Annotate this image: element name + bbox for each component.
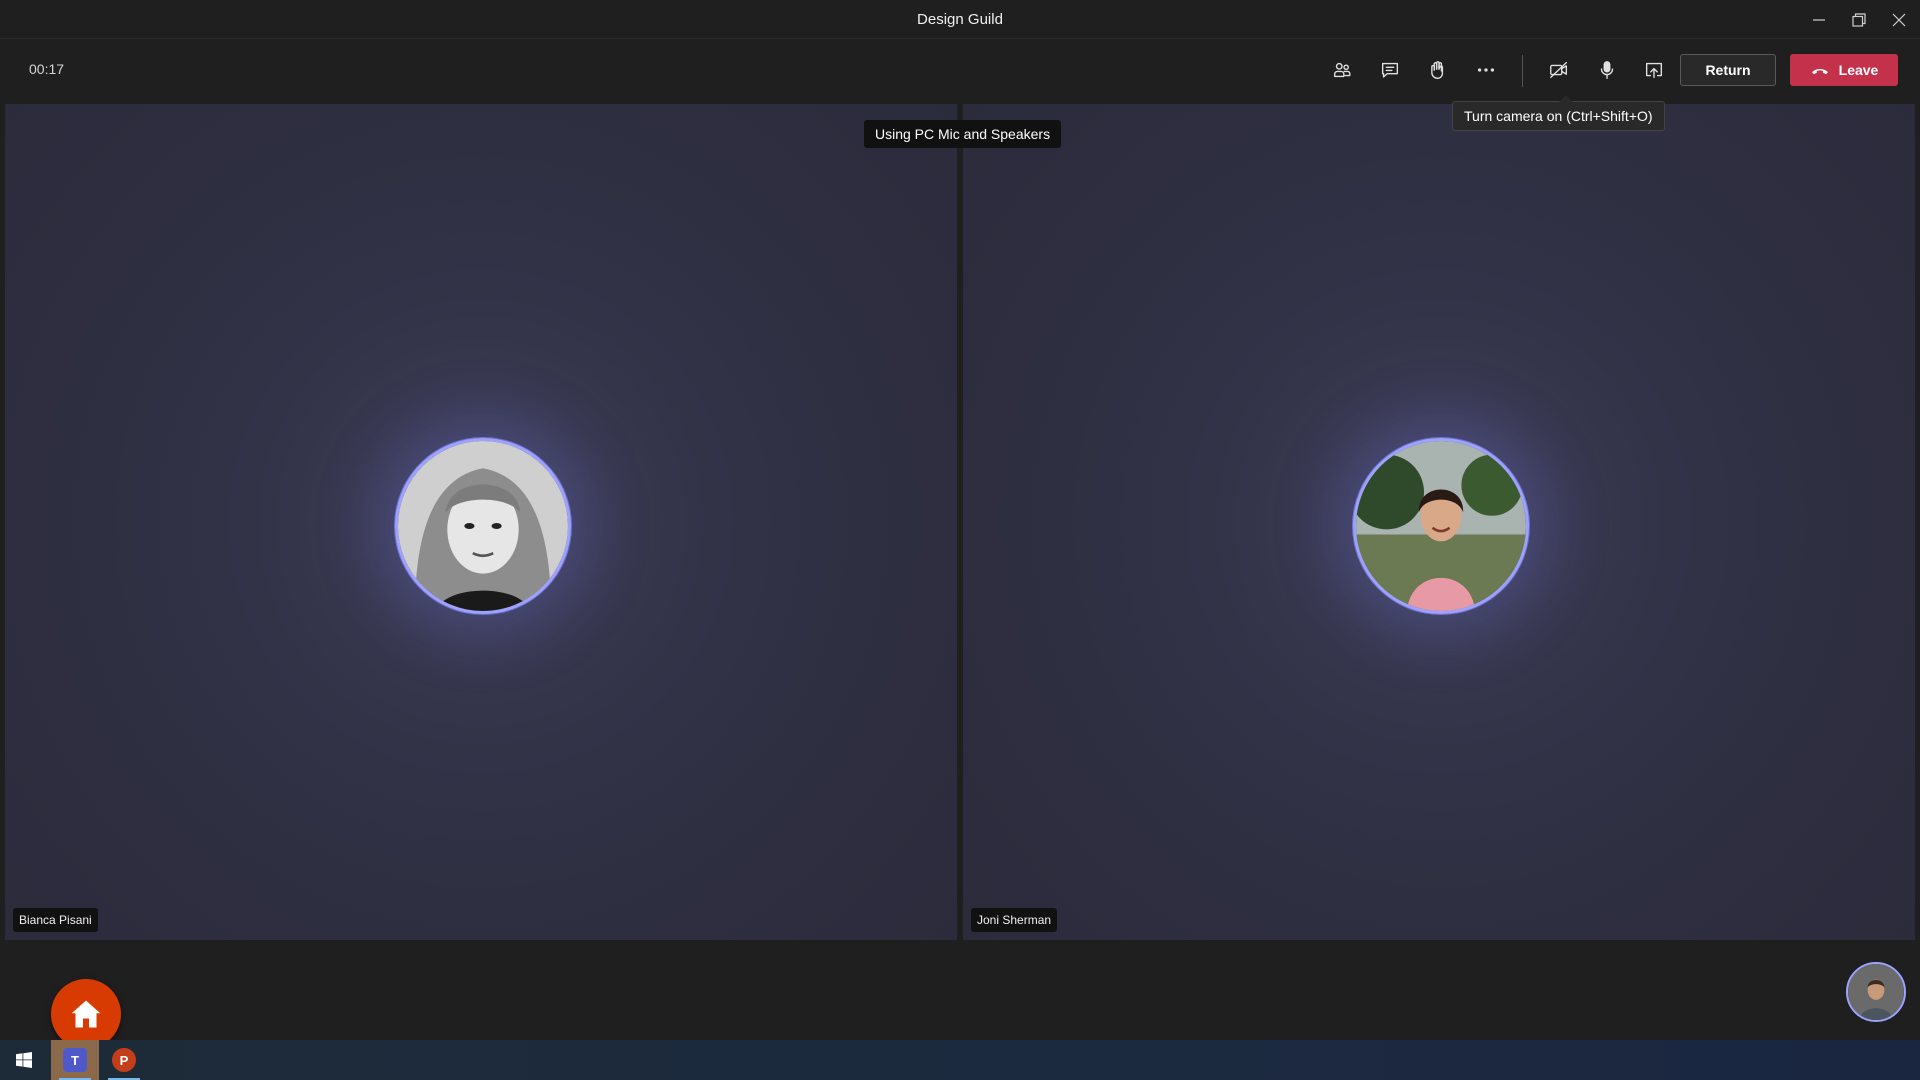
leave-label: Leave bbox=[1838, 62, 1879, 78]
participant-tile[interactable]: Joni Sherman bbox=[963, 104, 1915, 940]
title-bar: Design Guild bbox=[0, 0, 1920, 39]
more-options-icon bbox=[1477, 68, 1495, 72]
home-icon bbox=[71, 1000, 101, 1028]
camera-toggle-button[interactable] bbox=[1539, 52, 1579, 88]
camera-tooltip: Turn camera on (Ctrl+Shift+O) bbox=[1452, 95, 1665, 131]
raise-hand-button[interactable] bbox=[1417, 52, 1457, 88]
meeting-toolbar: 00:17 Return Leave bbox=[0, 40, 1920, 100]
avatar-photo-self bbox=[1848, 964, 1904, 1020]
share-screen-button[interactable] bbox=[1634, 52, 1674, 88]
avatar-photo-bianca bbox=[398, 441, 568, 611]
restore-button[interactable] bbox=[1839, 0, 1879, 39]
participant-tile[interactable]: Bianca Pisani bbox=[5, 104, 957, 940]
windows-logo-icon bbox=[16, 1052, 32, 1068]
minimize-icon bbox=[1813, 18, 1825, 21]
start-button[interactable] bbox=[0, 1040, 48, 1080]
microphone-button[interactable] bbox=[1587, 52, 1627, 88]
microphone-icon bbox=[1600, 61, 1614, 79]
camera-off-icon bbox=[1550, 61, 1568, 79]
leave-button[interactable]: Leave bbox=[1790, 54, 1898, 86]
call-timer: 00:17 bbox=[29, 61, 65, 77]
avatar-photo-joni bbox=[1356, 441, 1526, 611]
participants-button[interactable] bbox=[1322, 52, 1362, 88]
toolbar-divider bbox=[1522, 55, 1523, 87]
self-view-avatar[interactable] bbox=[1846, 962, 1906, 1022]
return-button[interactable]: Return bbox=[1680, 54, 1776, 86]
people-icon bbox=[1333, 62, 1351, 78]
restore-icon bbox=[1852, 12, 1866, 27]
participant-name: Bianca Pisani bbox=[13, 908, 98, 932]
raise-hand-icon bbox=[1431, 61, 1444, 79]
window-title: Design Guild bbox=[917, 11, 1003, 28]
more-options-button[interactable] bbox=[1466, 52, 1506, 88]
chat-button[interactable] bbox=[1370, 52, 1410, 88]
video-stage: Bianca Pisani Joni Sherman bbox=[0, 100, 1920, 944]
minimize-button[interactable] bbox=[1799, 0, 1839, 39]
hang-up-icon bbox=[1811, 68, 1828, 75]
participant-avatar bbox=[1353, 438, 1529, 614]
windows-taskbar: T P bbox=[0, 1040, 1920, 1080]
close-icon bbox=[1892, 13, 1906, 26]
participant-avatar bbox=[395, 438, 571, 614]
taskbar-app-teams[interactable]: T bbox=[51, 1040, 99, 1080]
audio-device-tooltip: Using PC Mic and Speakers bbox=[864, 120, 1062, 148]
participant-name: Joni Sherman bbox=[971, 908, 1058, 932]
share-screen-icon bbox=[1645, 62, 1663, 79]
close-button[interactable] bbox=[1879, 0, 1919, 39]
powerpoint-icon: P bbox=[112, 1048, 136, 1072]
chat-icon bbox=[1381, 62, 1399, 78]
taskbar-app-powerpoint[interactable]: P bbox=[100, 1040, 148, 1080]
home-button[interactable] bbox=[51, 979, 121, 1049]
teams-icon: T bbox=[63, 1048, 87, 1072]
